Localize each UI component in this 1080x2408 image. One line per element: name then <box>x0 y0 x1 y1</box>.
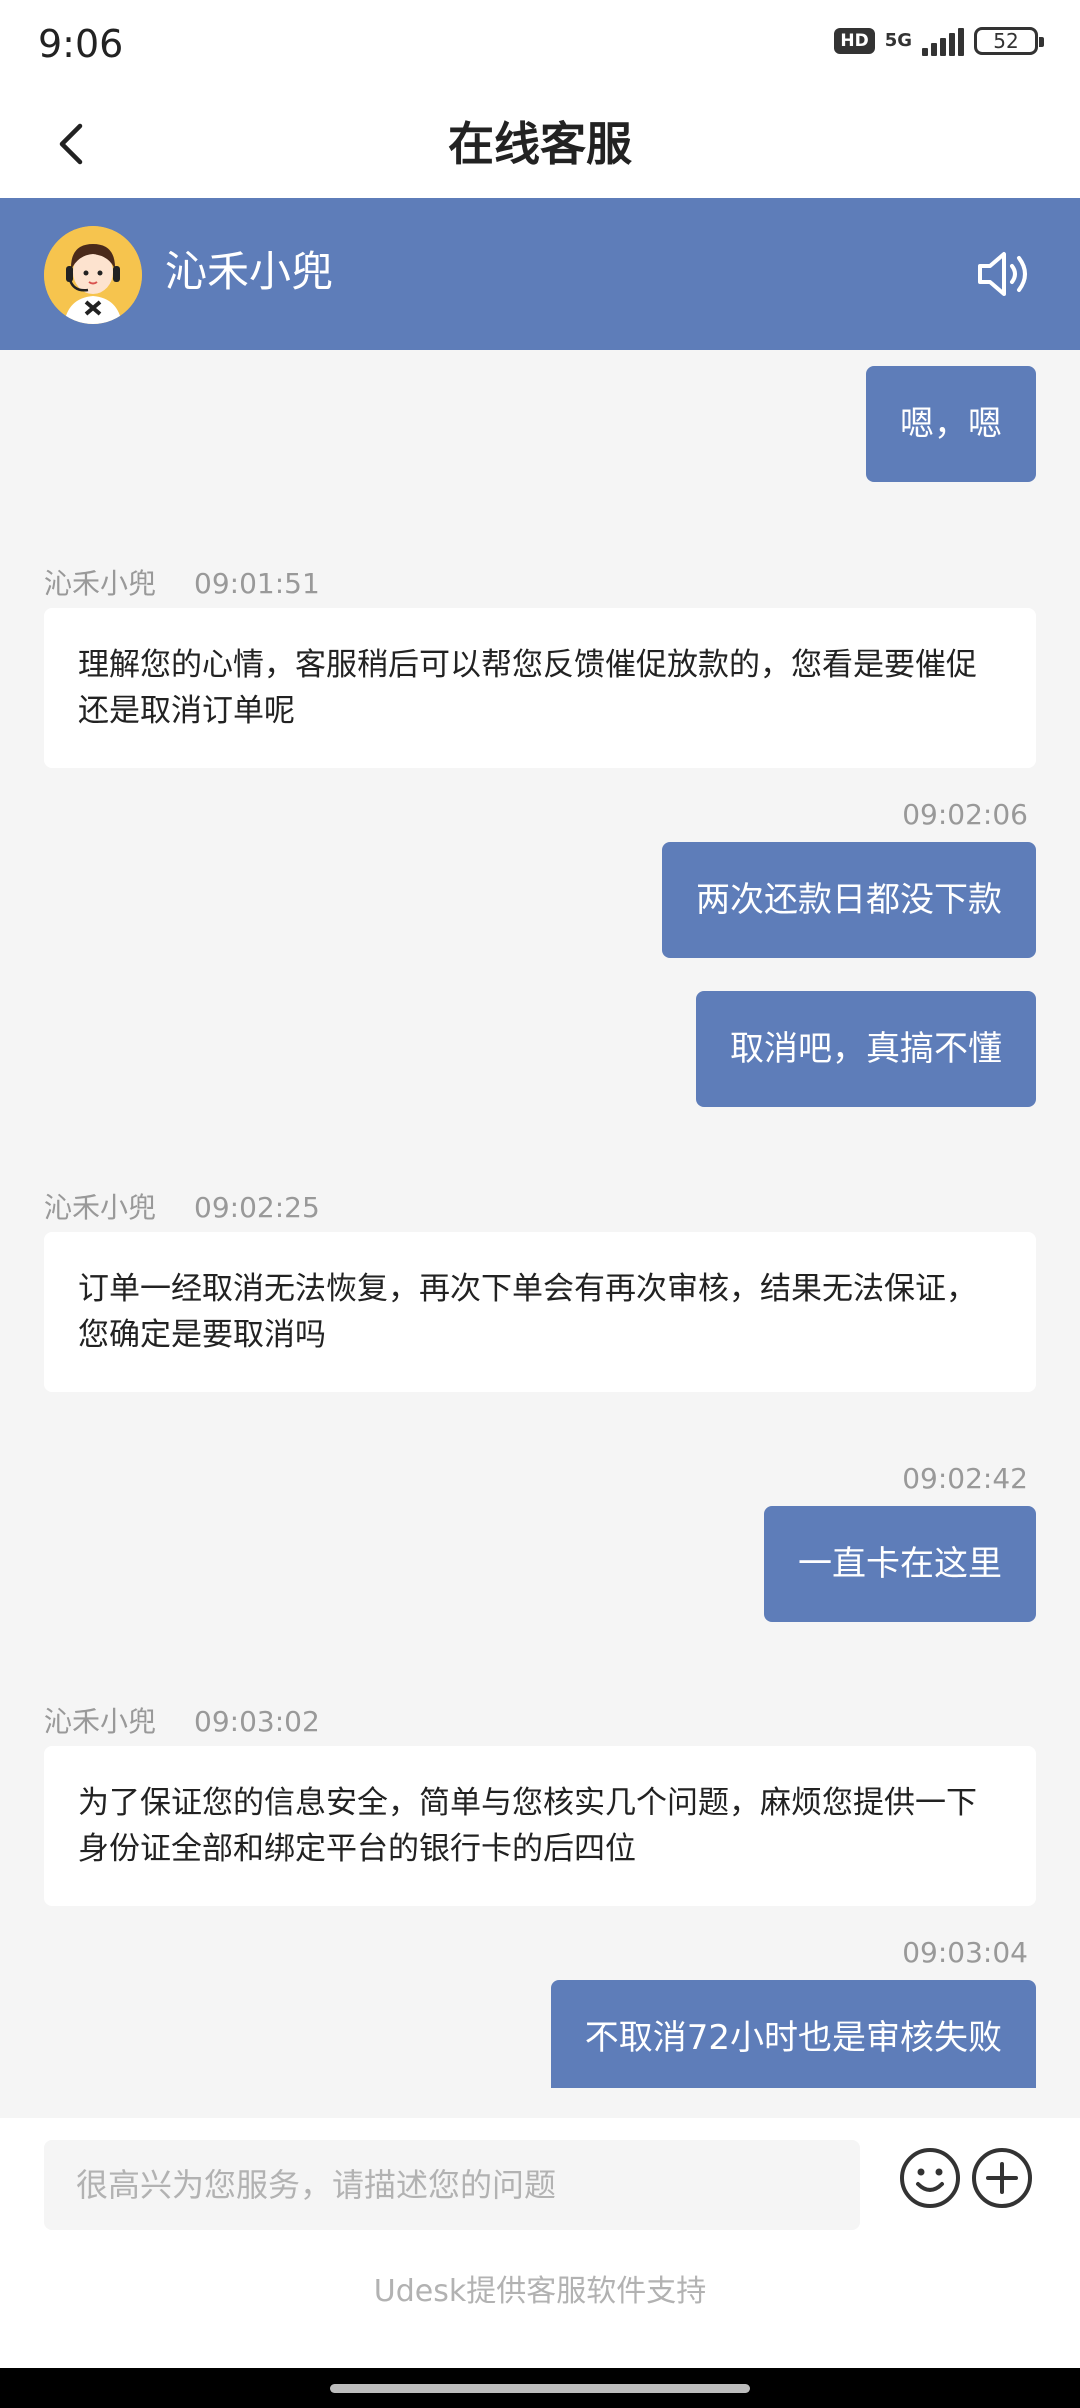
hd-icon: HD <box>834 28 875 54</box>
system-navigation-bar <box>0 2368 1080 2408</box>
nav-bar: 在线客服 <box>0 90 1080 198</box>
message-bubble-outgoing[interactable]: 两次还款日都没下款 <box>662 842 1036 958</box>
message-meta: 沁禾小兜 09:01:51 <box>44 562 320 602</box>
input-area: 很高兴为您服务，请描述您的问题 Udesk提供客服软件支持 <box>0 2118 1080 2368</box>
agent-header: 沁禾小兜 <box>0 198 1080 350</box>
status-bar: 9:06 HD 5G 52 <box>0 0 1080 90</box>
message-input[interactable]: 很高兴为您服务，请描述您的问题 <box>44 2140 860 2230</box>
sender-name: 沁禾小兜 <box>44 567 157 600</box>
message-time: 09:01:51 <box>194 567 320 600</box>
more-button[interactable] <box>970 2146 1034 2210</box>
battery-icon: 52 <box>974 27 1044 55</box>
sender-name: 沁禾小兜 <box>44 1191 157 1224</box>
message-bubble-incoming[interactable]: 为了保证您的信息安全，简单与您核实几个问题，麻烦您提供一下身份证全部和绑定平台的… <box>44 1746 1036 1906</box>
message-time: 09:02:06 <box>902 798 1028 831</box>
agent-name: 沁禾小兜 <box>165 247 334 296</box>
message-bubble-incoming[interactable]: 订单一经取消无法恢复，再次下单会有再次审核，结果无法保证，您确定是要取消吗 <box>44 1232 1036 1392</box>
message-bubble-outgoing[interactable]: 不取消72小时也是审核失败 <box>550 1980 1036 2088</box>
message-time: 09:02:25 <box>194 1191 320 1224</box>
status-time: 9:06 <box>38 22 124 66</box>
plus-icon <box>972 2148 1032 2208</box>
speaker-icon <box>978 252 1027 296</box>
emoji-button[interactable] <box>898 2146 962 2210</box>
emoji-icon <box>900 2148 960 2208</box>
message-meta: 沁禾小兜 09:03:02 <box>44 1700 320 1740</box>
message-bubble-outgoing[interactable]: 取消吧，真搞不懂 <box>696 991 1036 1107</box>
message-bubble-incoming[interactable]: 理解您的心情，客服稍后可以帮您反馈催促放款的，您看是要催促还是取消订单呢 <box>44 608 1036 768</box>
network-5g-icon: 5G <box>884 30 912 51</box>
signal-icon <box>922 26 964 56</box>
chat-message-list[interactable]: 嗯，嗯 沁禾小兜 09:01:51 理解您的心情，客服稍后可以帮您反馈催促放款的，… <box>0 350 1080 2088</box>
battery-level: 52 <box>993 29 1019 53</box>
message-meta: 沁禾小兜 09:02:25 <box>44 1186 320 1226</box>
message-bubble-outgoing[interactable]: 嗯，嗯 <box>866 366 1036 482</box>
powered-by-text: Udesk提供客服软件支持 <box>373 2274 707 2309</box>
sender-name: 沁禾小兜 <box>44 1705 157 1738</box>
page-title: 在线客服 <box>448 117 632 171</box>
message-time: 09:02:42 <box>902 1462 1028 1495</box>
agent-avatar <box>44 226 142 324</box>
sound-toggle-button[interactable] <box>974 244 1038 304</box>
message-time: 09:03:04 <box>902 1936 1028 1969</box>
message-time: 09:03:02 <box>194 1705 320 1738</box>
status-icons: HD 5G 52 <box>834 26 1044 56</box>
home-gesture-handle[interactable] <box>330 2384 750 2393</box>
message-bubble-outgoing[interactable]: 一直卡在这里 <box>764 1506 1036 1622</box>
customer-service-avatar-icon <box>44 226 142 324</box>
